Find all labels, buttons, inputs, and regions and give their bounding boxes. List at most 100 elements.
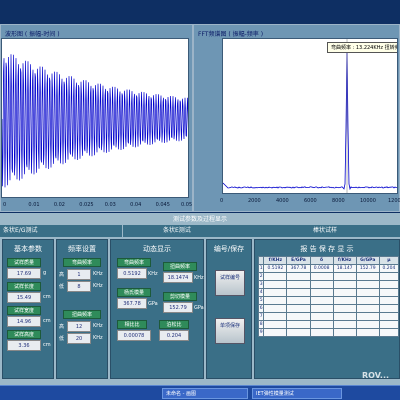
basic-params-title: 基本参数 xyxy=(3,244,53,254)
number-save-title: 编号/保存 xyxy=(207,244,251,254)
sample-mass-label: 试样质量 xyxy=(7,258,41,267)
table-cell xyxy=(356,297,379,305)
flex-high-field[interactable]: 1 xyxy=(67,269,91,280)
x-tick-label: 0 xyxy=(3,202,6,208)
fft-spectrum-trace xyxy=(223,49,398,189)
table-cell xyxy=(333,321,356,329)
table-cell xyxy=(356,321,379,329)
table-cell xyxy=(287,321,310,329)
table-cell: 0.0008 xyxy=(310,265,333,273)
basic-params-group: 基本参数 试样质量 17.69 g 试样长度 15.49 cm 试样宽度 14.… xyxy=(2,239,54,379)
fft-panel-title: FFT频谱图 ( 振幅-频率 ) xyxy=(198,29,263,38)
x-tick-label: 8000 xyxy=(332,198,345,204)
table-row[interactable]: 7 xyxy=(259,313,399,321)
taskbar-item-iet-test[interactable]: IET弹性模量测试 xyxy=(252,388,342,399)
x-tick-label: 6000 xyxy=(304,198,317,204)
youngs-modulus-label: 杨氏模量 xyxy=(117,288,151,297)
table-row[interactable]: 3 xyxy=(259,281,399,289)
table-cell xyxy=(333,281,356,289)
youngs-modulus-value: 367.78 xyxy=(117,298,147,309)
shear-modulus-unit: GPa xyxy=(194,305,204,311)
sample-length-unit: cm xyxy=(43,294,51,300)
time-panel-title: 波形图 ( 振幅-时间 ) xyxy=(5,29,60,38)
table-cell xyxy=(356,313,379,321)
results-header-cell: f/KHz xyxy=(264,257,287,265)
table-cell xyxy=(379,329,398,337)
time-waveform-plot xyxy=(1,38,189,198)
ratio-label: 相比比 xyxy=(117,320,147,329)
shear-modulus-value: 152.79 xyxy=(163,302,193,313)
x-tick-label: 4000 xyxy=(276,198,289,204)
torsion-low-label: 低 xyxy=(59,335,64,342)
table-row[interactable]: 9 xyxy=(259,329,399,337)
table-cell xyxy=(287,329,310,337)
x-tick-label: 0.03 xyxy=(105,202,116,208)
table-cell xyxy=(310,281,333,289)
time-waveform-svg xyxy=(2,39,189,198)
sample-width-field[interactable]: 14.96 xyxy=(7,316,41,327)
table-cell xyxy=(356,273,379,281)
table-row[interactable]: 6 xyxy=(259,305,399,313)
x-tick-label: 0.01 xyxy=(28,202,39,208)
tab-strip-e[interactable]: 条状E测试 xyxy=(160,225,230,237)
results-body: 1 0.5192 367.78 0.0008 18.147 152.79 0.204 2 3 4 5… xyxy=(259,265,399,337)
torsion-high-field[interactable]: 12 xyxy=(67,321,91,332)
sample-mass-field[interactable]: 17.69 xyxy=(7,268,41,279)
x-tick-label: 0.045 xyxy=(156,202,170,208)
taskbar-item-paint[interactable]: 未命名 - 画图 xyxy=(162,388,248,399)
sample-length-field[interactable]: 15.49 xyxy=(7,292,41,303)
sample-number-button[interactable]: 试样编号 xyxy=(215,270,245,296)
results-table[interactable]: f/KHz E/GPa δ f/KHz G/GPa μ 1 0.5192 367.78 0.00… xyxy=(258,256,399,337)
table-cell xyxy=(264,281,287,289)
report-save-display: 报 告 保 存 显 示 f/KHz E/GPa δ f/KHz G/GPa μ 1 0.51… xyxy=(254,239,400,379)
torsion-freq-label: 扭曲频率 xyxy=(163,262,197,271)
sample-height-label: 试样高度 xyxy=(7,330,41,339)
table-cell xyxy=(264,273,287,281)
time-waveform-panel: 波形图 ( 振幅-时间 ) 0 0.01 0.02 0.025 0.03 0.04 0.04… xyxy=(0,24,193,212)
table-cell xyxy=(264,297,287,305)
single-save-button[interactable]: 单项保存 xyxy=(215,318,245,344)
torsion-low-field[interactable]: 20 xyxy=(67,333,91,344)
table-row[interactable]: 5 xyxy=(259,297,399,305)
table-cell: 152.79 xyxy=(356,265,379,273)
flex-freq-value: 0.5192 xyxy=(117,268,147,279)
table-cell xyxy=(264,329,287,337)
table-cell xyxy=(310,297,333,305)
flex-freq-range-label: 弯曲频率 xyxy=(63,258,101,267)
watermark-logo: ROV... xyxy=(362,371,389,380)
table-cell xyxy=(333,289,356,297)
sample-width-unit: cm xyxy=(43,318,51,324)
table-cell xyxy=(287,289,310,297)
table-cell xyxy=(310,289,333,297)
table-cell xyxy=(310,273,333,281)
x-tick-label: 0.02 xyxy=(54,202,65,208)
table-cell xyxy=(379,321,398,329)
frequency-settings-title: 频率设置 xyxy=(57,244,107,254)
table-cell xyxy=(333,313,356,321)
table-cell xyxy=(356,329,379,337)
table-cell xyxy=(379,281,398,289)
results-header-cell: G/GPa xyxy=(356,257,379,265)
table-row[interactable]: 2 xyxy=(259,273,399,281)
table-cell xyxy=(333,305,356,313)
table-row[interactable]: 8 xyxy=(259,321,399,329)
tab-strip-eg[interactable]: 条状E/G测试 xyxy=(0,225,123,237)
x-tick-label: 10000 xyxy=(360,198,376,204)
table-row[interactable]: 4 xyxy=(259,289,399,297)
table-cell xyxy=(264,289,287,297)
flex-high-unit: KHz xyxy=(93,271,103,277)
sample-height-field[interactable]: 3.36 xyxy=(7,340,41,351)
table-row[interactable]: 1 0.5192 367.78 0.0008 18.147 152.79 0.204 xyxy=(259,265,399,273)
flex-low-field[interactable]: 8 xyxy=(67,281,91,292)
frequency-settings-group: 频率设置 弯曲频率 高 1 KHz 低 8 KHz 扭曲频率 高 12 KHz … xyxy=(56,239,108,379)
x-tick-label: 0.025 xyxy=(79,202,93,208)
flex-low-label: 低 xyxy=(59,283,64,290)
torsion-freq-range-label: 扭曲频率 xyxy=(63,310,101,319)
table-cell: 18.147 xyxy=(333,265,356,273)
results-header-cell: f/KHz xyxy=(333,257,356,265)
results-header-cell: E/GPa xyxy=(287,257,310,265)
poisson-ratio-label: 泊松比 xyxy=(159,320,189,329)
lower-panel-title: 测试参数及过程显示 xyxy=(0,214,400,223)
tab-rod-sample[interactable]: 棒状试样 xyxy=(310,225,390,237)
torsion-high-unit: KHz xyxy=(93,323,103,329)
